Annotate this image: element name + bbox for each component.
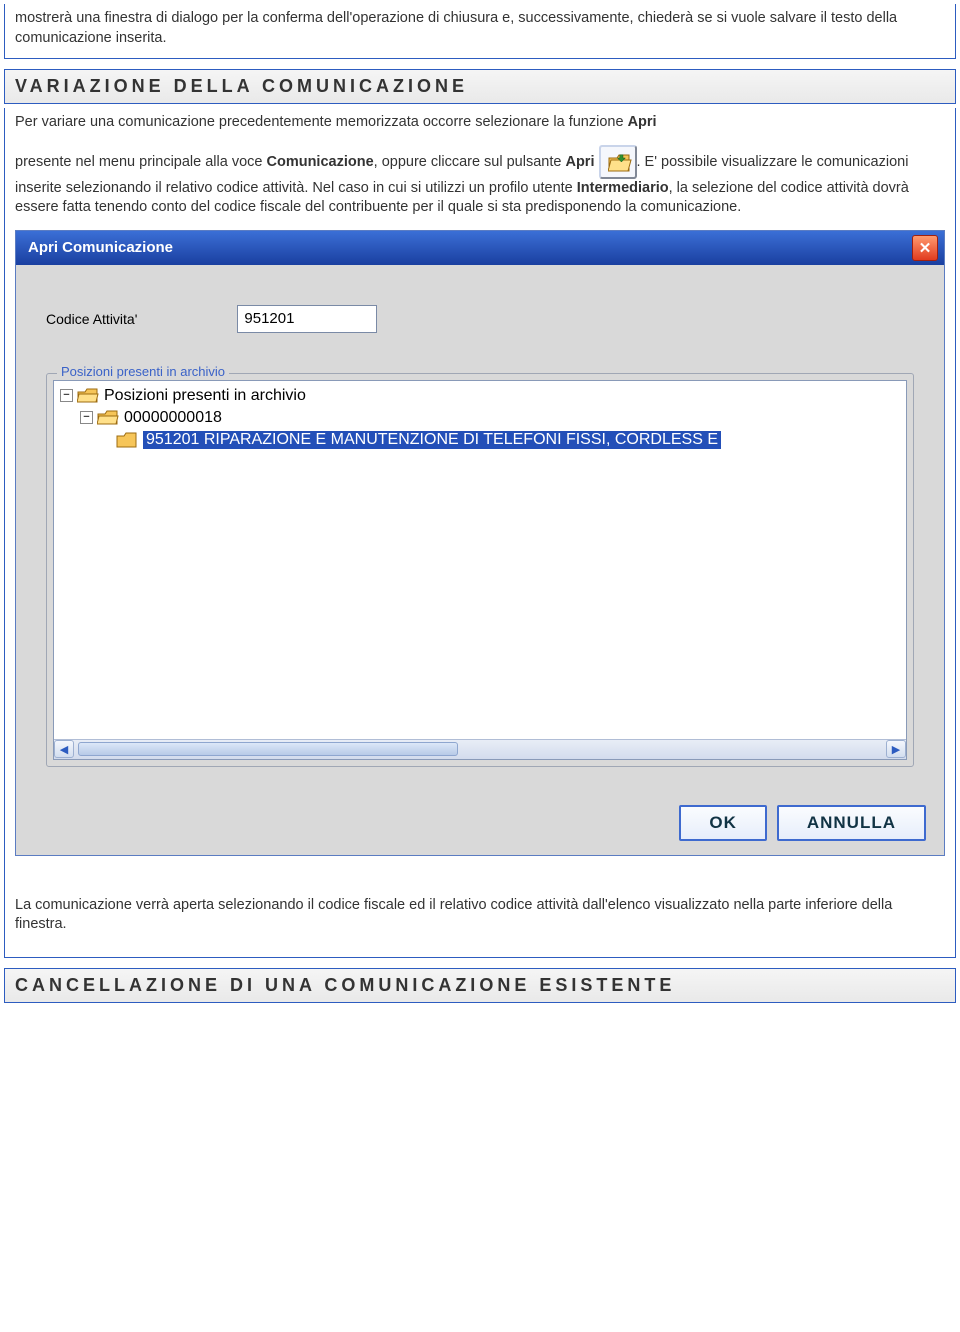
tree-root-row[interactable]: − Posizioni presenti in archivio [58, 385, 906, 407]
para2-c: , oppure cliccare sul pulsante [374, 154, 566, 170]
open-folder-button[interactable] [599, 145, 637, 179]
chevron-left-icon: ◀ [60, 743, 68, 756]
tree-root-label: Posizioni presenti in archivio [104, 387, 306, 405]
para2-a: presente nel menu principale alla voce [15, 154, 266, 170]
tree-node1-row[interactable]: − 00000000018 [58, 407, 906, 429]
dialog-body: Codice Attivita' Posizioni presenti in a… [16, 265, 944, 791]
intro-paragraph: mostrerà una finestra di dialogo per la … [15, 9, 945, 48]
tree-leaf1-row[interactable]: 951201 RIPARAZIONE E MANUTENZIONE DI TEL… [58, 429, 906, 451]
folder-open-icon [77, 387, 99, 405]
para2-e [594, 154, 598, 170]
annulla-button[interactable]: ANNULLA [777, 805, 926, 841]
para1-a: Per variare una comunicazione precedente… [15, 114, 628, 130]
posizioni-groupbox: Posizioni presenti in archivio − Posizio… [46, 373, 914, 767]
para2: presente nel menu principale alla voce C… [15, 145, 945, 218]
scroll-track[interactable] [74, 742, 886, 756]
scroll-thumb[interactable] [78, 742, 458, 756]
para2-d-bold: Apri [565, 154, 594, 170]
folder-open-arrow-icon [608, 152, 632, 174]
tree-leaf1-label: 951201 RIPARAZIONE E MANUTENZIONE DI TEL… [143, 431, 721, 449]
tree-toggle-minus-icon[interactable]: − [60, 389, 73, 402]
dialog-titlebar: Apri Comunicazione ✕ [16, 231, 944, 265]
dialog-close-button[interactable]: ✕ [912, 235, 938, 261]
para1: Per variare una comunicazione precedente… [15, 113, 945, 133]
section-variazione-body: Per variare una comunicazione precedente… [4, 108, 956, 958]
close-icon: ✕ [919, 239, 932, 257]
tree-node1-label: 00000000018 [124, 409, 222, 427]
codice-attivita-label: Codice Attivita' [46, 311, 137, 327]
section-header-variazione: VARIAZIONE DELLA COMUNICAZIONE [4, 69, 956, 104]
ok-button[interactable]: OK [679, 805, 767, 841]
section1-footer: La comunicazione verrà aperta selezionan… [15, 896, 945, 935]
dialog-title: Apri Comunicazione [22, 239, 173, 256]
posizioni-tree[interactable]: − Posizioni presenti in archivio − 00000… [53, 380, 907, 760]
scroll-right-button[interactable]: ▶ [886, 740, 906, 758]
section-header-cancellazione: CANCELLAZIONE DI UNA COMUNICAZIONE ESIST… [4, 968, 956, 1003]
apri-comunicazione-dialog: Apri Comunicazione ✕ Codice Attivita' Po… [15, 230, 945, 856]
chevron-right-icon: ▶ [892, 743, 900, 756]
tree-horizontal-scrollbar[interactable]: ◀ ▶ [54, 739, 906, 759]
para2-g-bold: Intermediario [577, 180, 669, 196]
dialog-button-row: OK ANNULLA [16, 791, 944, 855]
scroll-left-button[interactable]: ◀ [54, 740, 74, 758]
folder-closed-icon [116, 431, 138, 449]
prev-section-tail: mostrerà una finestra di dialogo per la … [4, 4, 956, 59]
codice-attivita-input[interactable] [237, 305, 377, 333]
para2-b-bold: Comunicazione [266, 154, 373, 170]
folder-open-icon [97, 409, 119, 427]
tree-toggle-minus-icon[interactable]: − [80, 411, 93, 424]
codice-attivita-row: Codice Attivita' [46, 305, 914, 333]
posizioni-legend: Posizioni presenti in archivio [57, 364, 229, 379]
para1-b-bold: Apri [628, 114, 657, 130]
